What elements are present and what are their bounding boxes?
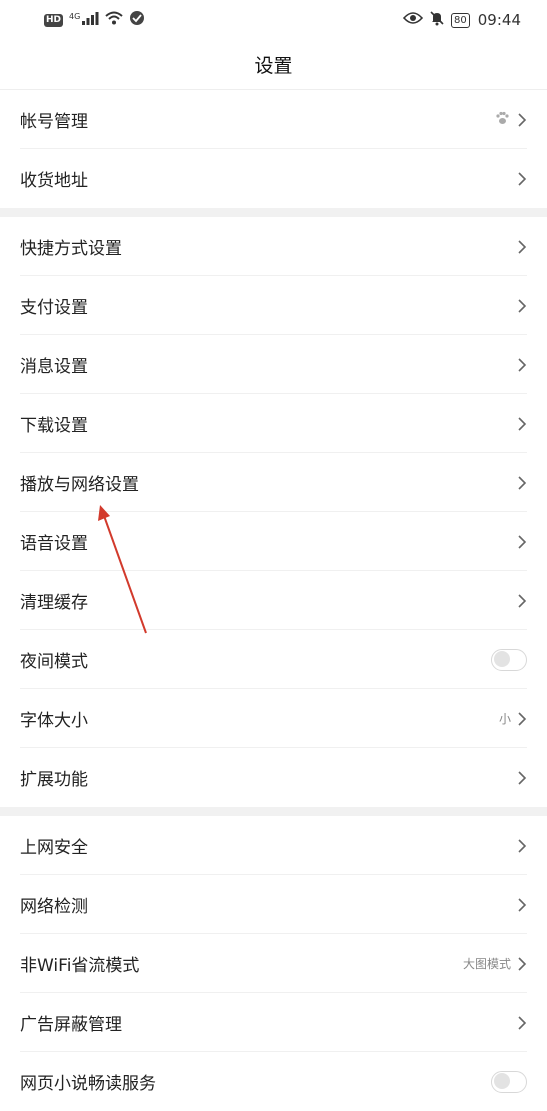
settings-item-extensions[interactable]: 扩展功能	[0, 748, 547, 807]
chevron-right-icon	[518, 239, 527, 254]
font-size-value: 小	[498, 712, 511, 726]
chevron-right-icon	[518, 357, 527, 372]
settings-item-label: 下载设置	[20, 416, 88, 436]
chevron-right-icon	[518, 475, 527, 490]
hd-badge: HD	[44, 13, 64, 27]
chevron-right-icon	[518, 298, 527, 313]
settings-item-label: 收货地址	[20, 171, 88, 191]
novel-reading-toggle[interactable]	[491, 1070, 527, 1093]
network-type: 4G	[69, 12, 81, 21]
settings-item-label: 字体大小	[20, 711, 88, 731]
vpn-icon	[129, 10, 145, 30]
chevron-right-icon	[518, 593, 527, 608]
settings-item-font-size[interactable]: 字体大小 小	[0, 689, 547, 748]
chevron-right-icon	[518, 416, 527, 431]
settings-list: 帐号管理 收货地址 快捷方式设置 支付设置 消息设置 下载设置 播放与网络设置 …	[0, 90, 547, 1111]
settings-item-novel-reading: 网页小说畅读服务	[0, 1052, 547, 1111]
toggle-knob	[494, 651, 510, 667]
settings-item-label: 播放与网络设置	[20, 475, 139, 495]
chevron-right-icon	[518, 1015, 527, 1030]
settings-item-download[interactable]: 下载设置	[0, 394, 547, 453]
eye-icon	[402, 11, 424, 29]
settings-item-address[interactable]: 收货地址	[0, 149, 547, 208]
settings-item-ad-block[interactable]: 广告屏蔽管理	[0, 993, 547, 1052]
mute-bell-icon	[429, 10, 445, 30]
signal-icon: 4G	[69, 11, 99, 29]
settings-item-shortcut[interactable]: 快捷方式设置	[0, 217, 547, 276]
settings-item-label: 消息设置	[20, 357, 88, 377]
settings-item-label: 语音设置	[20, 534, 88, 554]
settings-item-clear-cache[interactable]: 清理缓存	[0, 571, 547, 630]
chevron-right-icon	[518, 838, 527, 853]
settings-item-payment[interactable]: 支付设置	[0, 276, 547, 335]
settings-item-playback-network[interactable]: 播放与网络设置	[0, 453, 547, 512]
chevron-right-icon	[518, 897, 527, 912]
settings-item-label: 快捷方式设置	[20, 239, 122, 259]
settings-item-label: 非WiFi省流模式	[20, 956, 140, 976]
settings-item-label: 清理缓存	[20, 593, 88, 613]
settings-item-browsing-security[interactable]: 上网安全	[0, 816, 547, 875]
settings-item-night-mode: 夜间模式	[0, 630, 547, 689]
toggle-knob	[494, 1073, 510, 1089]
clock: 09:44	[477, 11, 521, 29]
chevron-right-icon	[518, 711, 527, 726]
page-title: 设置	[254, 55, 293, 77]
chevron-right-icon	[518, 770, 527, 785]
chevron-right-icon	[518, 171, 527, 186]
settings-item-label: 上网安全	[20, 838, 88, 858]
settings-item-data-saver[interactable]: 非WiFi省流模式 大图模式	[0, 934, 547, 993]
battery-indicator: 80	[451, 12, 470, 28]
chevron-right-icon	[518, 112, 527, 127]
settings-item-message[interactable]: 消息设置	[0, 335, 547, 394]
chevron-right-icon	[518, 534, 527, 549]
paw-icon	[495, 110, 509, 129]
settings-item-label: 帐号管理	[20, 112, 88, 132]
settings-item-label: 网络检测	[20, 897, 88, 917]
settings-item-account[interactable]: 帐号管理	[0, 90, 547, 149]
group-separator	[0, 208, 547, 217]
group-separator	[0, 807, 547, 816]
settings-item-label: 网页小说畅读服务	[20, 1074, 156, 1094]
data-saver-value: 大图模式	[462, 957, 511, 971]
chevron-right-icon	[518, 956, 527, 971]
settings-item-network-check[interactable]: 网络检测	[0, 875, 547, 934]
title-bar: 设置	[0, 40, 547, 90]
settings-item-label: 广告屏蔽管理	[20, 1015, 122, 1035]
settings-item-label: 支付设置	[20, 298, 88, 318]
wifi-icon	[105, 11, 123, 29]
settings-item-label: 夜间模式	[20, 652, 88, 672]
status-bar: HD 4G 80 09:44	[0, 0, 547, 40]
night-mode-toggle[interactable]	[491, 648, 527, 671]
settings-item-label: 扩展功能	[20, 770, 88, 790]
settings-item-voice[interactable]: 语音设置	[0, 512, 547, 571]
